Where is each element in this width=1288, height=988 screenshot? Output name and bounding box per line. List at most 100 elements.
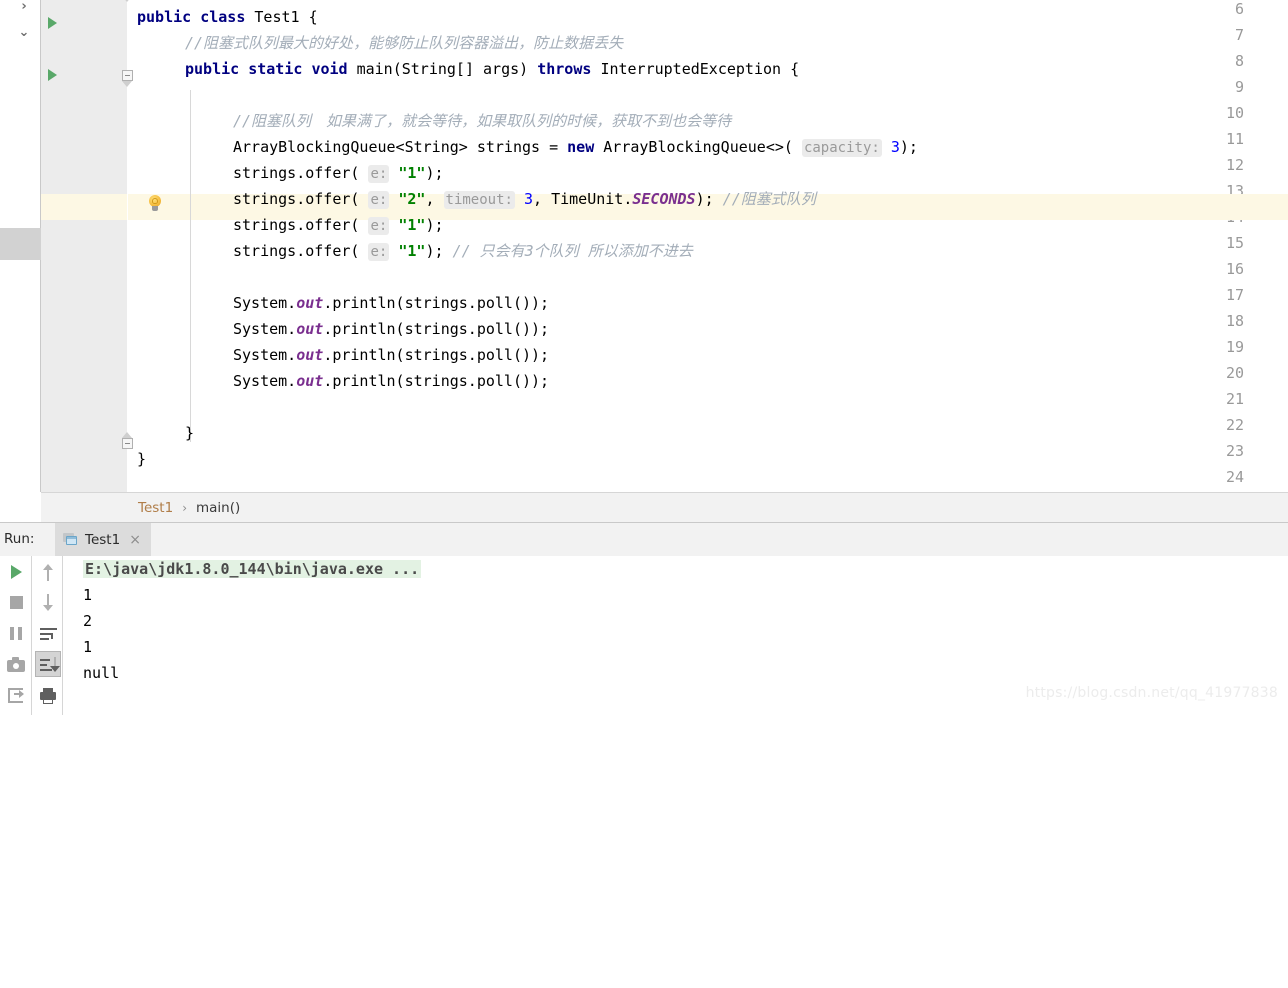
chevron-right-icon[interactable]: › — [17, 0, 31, 14]
keyword-throws: throws — [537, 60, 592, 78]
code-line-17[interactable] — [128, 264, 1288, 290]
soft-wrap-icon-hook — [51, 633, 53, 639]
scroll-to-end-icon-l2 — [40, 664, 47, 666]
run-toolbar — [0, 556, 62, 715]
close-icon[interactable]: × — [129, 532, 141, 548]
keyword-class: class — [200, 8, 246, 26]
pause-button[interactable] — [3, 620, 29, 646]
println-call: .println(strings.poll()); — [323, 346, 550, 364]
soft-wrap-icon — [40, 628, 57, 630]
console-output-line: 1 — [83, 586, 93, 604]
code-line-22[interactable] — [128, 394, 1288, 420]
close-paren: ); — [425, 242, 444, 260]
code-line-14[interactable]: strings.offer( e: "2", timeout: 3, TimeU… — [128, 186, 1288, 212]
watermark: https://blog.csdn.net/qq_41977838 — [1025, 685, 1278, 701]
close-paren: ); — [899, 138, 918, 156]
run-header: Run: Test1 × — [0, 523, 1288, 557]
editor-area: › ⌄ 6 7 8 9 10 11 12 13 14 15 16 17 18 1… — [0, 0, 1288, 522]
code-line-20[interactable]: System.out.println(strings.poll()); — [128, 342, 1288, 368]
soft-wrap-button[interactable] — [35, 620, 61, 646]
scroll-to-end-icon-head — [50, 666, 60, 672]
println-call: .println(strings.poll()); — [323, 320, 550, 338]
scroll-up-button[interactable] — [35, 558, 61, 584]
timeunit-ref: TimeUnit. — [542, 190, 633, 208]
open-brace: { — [299, 8, 318, 26]
console-output-line: 2 — [83, 612, 93, 630]
param-hint-capacity: capacity: — [801, 139, 882, 157]
literal-capacity: 3 — [890, 138, 900, 156]
code-line-12[interactable]: ArrayBlockingQueue<String> strings = new… — [128, 134, 1288, 160]
code-line-24[interactable]: } — [128, 446, 1288, 472]
console-output-line: 1 — [83, 638, 93, 656]
rerun-button[interactable] — [3, 558, 29, 584]
literal-timeout: 3 — [523, 190, 534, 208]
declaration: ArrayBlockingQueue<String> strings = — [233, 138, 568, 156]
keyword-new: new — [567, 138, 595, 156]
run-window-label: Run: — [4, 531, 35, 547]
stop-button[interactable] — [3, 589, 29, 615]
chevron-down-icon[interactable]: ⌄ — [17, 26, 31, 40]
console-command-line: E:\java\jdk1.8.0_144\bin\java.exe ... — [83, 556, 422, 582]
code-content[interactable]: public class Test1 { //阻塞式队列最大的好处，能够防止队列… — [128, 0, 1288, 492]
close-paren: ); — [425, 164, 444, 182]
close-paren: ); — [695, 190, 714, 208]
offer-call: strings.offer( — [233, 242, 360, 260]
code-line-13[interactable]: strings.offer( e: "1"); — [128, 160, 1288, 186]
code-line-7[interactable]: public class Test1 { — [128, 4, 1288, 30]
sysout-prefix: System. — [233, 320, 297, 338]
static-field-out: out — [296, 294, 324, 312]
code-line-15[interactable]: strings.offer( e: "1"); — [128, 212, 1288, 238]
code-line-19[interactable]: System.out.println(strings.poll()); — [128, 316, 1288, 342]
code-line-9[interactable]: public static void main(String[] args) t… — [128, 56, 1288, 82]
print-icon-paper — [43, 699, 53, 704]
pause-icon — [10, 627, 14, 640]
method-signature: main(String[] args) — [356, 60, 538, 78]
export-icon-head — [19, 690, 24, 698]
constructor-call: ArrayBlockingQueue<>( — [603, 138, 793, 156]
code-line-16[interactable]: strings.offer( e: "1"); // 只会有3个队列 所以添加不… — [128, 238, 1288, 264]
param-hint-e: e: — [368, 191, 390, 209]
breadcrumb-separator-icon: › — [182, 500, 187, 515]
comment-line-11: //阻塞队列 如果满了，就会等待，如果取队列的时候，获取不到也会等待 — [233, 112, 732, 130]
scroll-to-end-button[interactable] — [35, 651, 61, 677]
run-method-gutter-icon[interactable] — [48, 69, 57, 81]
ide-window: › ⌄ 6 7 8 9 10 11 12 13 14 15 16 17 18 1… — [0, 0, 1288, 715]
code-line-23[interactable]: } — [128, 420, 1288, 446]
keyword-public: public — [137, 8, 192, 26]
offer-call: strings.offer( — [233, 190, 360, 208]
horizontal-scrollbar-thumb[interactable] — [0, 228, 47, 260]
static-field-seconds: SECONDS — [632, 190, 696, 208]
run-tab-title: Test1 — [85, 531, 121, 548]
stop-icon — [10, 596, 23, 609]
code-line-8[interactable]: //阻塞式队列最大的好处，能够防止队列容器溢出，防止数据丢失 — [128, 30, 1288, 56]
export-button[interactable] — [3, 682, 29, 708]
sysout-prefix: System. — [233, 372, 297, 390]
code-line-18[interactable]: System.out.println(strings.poll()); — [128, 290, 1288, 316]
comment-line-8: //阻塞式队列最大的好处，能够防止队列容器溢出，防止数据丢失 — [185, 34, 624, 52]
string-literal: "2" — [398, 190, 426, 208]
offer-call: strings.offer( — [233, 164, 360, 182]
string-literal: "1" — [398, 242, 426, 260]
run-tab-test1[interactable]: Test1 × — [55, 523, 151, 556]
code-line-11[interactable]: //阻塞队列 如果满了，就会等待，如果取队列的时候，获取不到也会等待 — [128, 108, 1288, 134]
print-button[interactable] — [35, 682, 61, 708]
camera-icon-lens — [13, 663, 19, 669]
run-toolbar-left-column — [0, 556, 31, 715]
soft-wrap-icon-l3 — [40, 638, 49, 640]
code-line-21[interactable]: System.out.println(strings.poll()); — [128, 368, 1288, 394]
string-literal: "1" — [398, 164, 426, 182]
static-field-out: out — [296, 320, 324, 338]
run-class-gutter-icon[interactable] — [48, 17, 57, 29]
console-command-text: E:\java\jdk1.8.0_144\bin\java.exe ... — [83, 560, 422, 578]
scroll-down-button[interactable] — [35, 589, 61, 615]
code-line-10[interactable] — [128, 82, 1288, 108]
comment-line-14: //阻塞式队列 — [722, 190, 816, 208]
screenshot-button[interactable] — [3, 651, 29, 677]
breadcrumb-class[interactable]: Test1 — [138, 500, 173, 516]
pause-icon-bar2 — [18, 627, 22, 640]
breadcrumb-method[interactable]: main() — [196, 500, 240, 516]
console-window-icon — [63, 533, 78, 546]
println-call: .println(strings.poll()); — [323, 294, 550, 312]
scroll-to-end-icon — [40, 659, 50, 661]
param-hint-e: e: — [368, 165, 390, 183]
